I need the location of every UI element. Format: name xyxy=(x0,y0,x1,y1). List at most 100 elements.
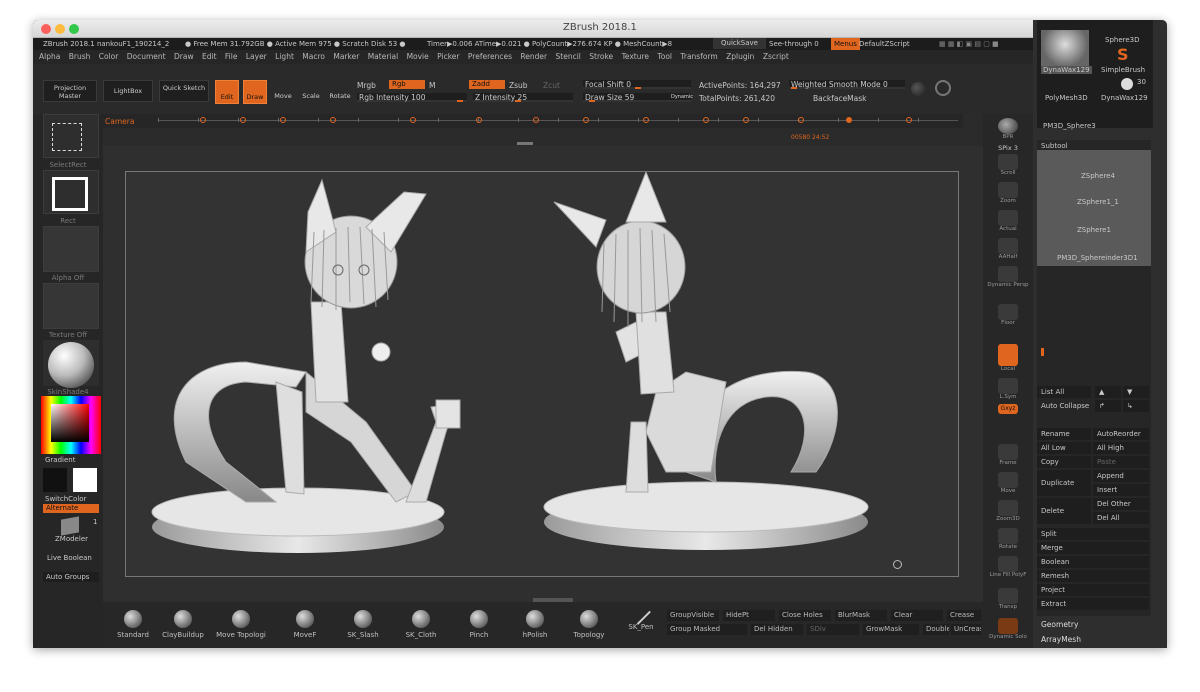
timeline-scroll-handle[interactable] xyxy=(517,142,533,145)
auto-collapse-button[interactable]: Auto Collapse xyxy=(1037,400,1091,412)
brush-movef[interactable]: MoveF xyxy=(275,610,335,639)
camera-timeline[interactable]: Camera xyxy=(103,114,963,128)
tool-item-pm3d-sphere3[interactable]: PM3D_Sphere3 xyxy=(1043,122,1096,130)
zcut-button[interactable]: Zcut xyxy=(543,81,560,90)
menu-material[interactable]: Material xyxy=(368,50,398,64)
tool-item-sphere3d[interactable]: Sphere3D xyxy=(1105,36,1140,44)
list-all-button[interactable]: List All xyxy=(1037,386,1091,398)
zmodeler-label[interactable]: ZModeler xyxy=(55,535,88,543)
live-boolean-button[interactable]: Live Boolean xyxy=(47,554,92,562)
subtool-zsphere1-1[interactable]: ZSphere1_1 xyxy=(1077,198,1119,206)
extract-button[interactable]: Extract xyxy=(1037,598,1149,610)
lsym-button[interactable]: L.Sym xyxy=(987,378,1029,400)
menu-movie[interactable]: Movie xyxy=(407,50,429,64)
solo-button[interactable]: Dynamic Solo xyxy=(987,618,1029,640)
brush-topology[interactable]: Topology xyxy=(559,610,619,639)
quicksave-button[interactable]: QuickSave xyxy=(713,38,766,49)
alpha-thumb[interactable] xyxy=(43,226,99,272)
brush-sk-slash[interactable]: SK_Slash xyxy=(333,610,393,639)
backface-mask-button[interactable]: BackfaceMask xyxy=(813,94,867,103)
zoom3d-button[interactable]: Zoom3D xyxy=(987,500,1029,522)
bpr-button[interactable]: BPR xyxy=(987,118,1029,140)
rotate-button[interactable]: Rotate xyxy=(327,80,353,104)
persp-button[interactable]: Dynamic Persp xyxy=(987,266,1029,288)
xyz-button[interactable]: Gxyz xyxy=(987,404,1029,414)
delete-button[interactable]: Delete xyxy=(1037,498,1091,524)
brush-hpolish[interactable]: hPolish xyxy=(505,610,565,639)
local-button[interactable]: Local xyxy=(987,344,1029,372)
brush-move-topological[interactable]: Move Topologi xyxy=(211,610,271,639)
menu-color[interactable]: Color xyxy=(99,50,119,64)
menu-stroke[interactable]: Stroke xyxy=(589,50,613,64)
menu-layer[interactable]: Layer xyxy=(246,50,267,64)
gradient-label[interactable]: Gradient xyxy=(45,456,75,464)
zadd-button[interactable]: Zadd xyxy=(469,80,505,89)
color-picker[interactable] xyxy=(41,396,101,454)
transp-button[interactable]: Transp xyxy=(987,588,1029,610)
menu-render[interactable]: Render xyxy=(520,50,547,64)
secondary-color-swatch[interactable] xyxy=(43,468,67,492)
zsub-button[interactable]: Zsub xyxy=(509,81,528,90)
duplicate-button[interactable]: Duplicate xyxy=(1037,470,1091,496)
rename-button[interactable]: Rename xyxy=(1037,428,1091,440)
all-high-button[interactable]: All High xyxy=(1093,442,1149,454)
zmodeler-icon[interactable] xyxy=(61,516,79,536)
document-canvas[interactable] xyxy=(125,170,960,578)
move-up-icon[interactable]: ▲ xyxy=(1095,386,1121,398)
menu-preferences[interactable]: Preferences xyxy=(468,50,512,64)
geometry-menu[interactable]: Geometry xyxy=(1041,620,1078,629)
arrow-up-icon[interactable]: ↱ xyxy=(1095,400,1121,412)
groupvisible-button[interactable]: GroupVisible xyxy=(667,610,719,621)
dynawax-small-icon[interactable] xyxy=(1121,78,1133,90)
material-icon[interactable] xyxy=(911,82,925,96)
dynamic-button[interactable]: Dynamic xyxy=(671,94,693,100)
timeline-ruler[interactable] xyxy=(158,117,958,123)
del-other-button[interactable]: Del Other xyxy=(1093,498,1149,510)
spix-slider[interactable]: SPix 3 xyxy=(987,144,1029,152)
quick-sketch-button[interactable]: Quick Sketch xyxy=(159,80,209,102)
remesh-button[interactable]: Remesh xyxy=(1037,570,1149,582)
brush-claybuildup[interactable]: ClayBuildup xyxy=(153,610,213,639)
del-hidden-button[interactable]: Del Hidden xyxy=(751,624,803,635)
auto-groups-button[interactable]: Auto Groups xyxy=(43,572,99,582)
crease-button[interactable]: Crease xyxy=(947,610,981,621)
autoreorder-button[interactable]: AutoReorder xyxy=(1093,428,1149,440)
subtool-pm3d-sphereinder[interactable]: PM3D_Sphereinder3D1 xyxy=(1057,254,1138,262)
dynawax-thumb[interactable] xyxy=(1041,30,1089,66)
menu-transform[interactable]: Transform xyxy=(680,50,717,64)
floor-button[interactable]: Floor xyxy=(987,304,1029,326)
close-holes-button[interactable]: Close Holes xyxy=(779,610,831,621)
menu-draw[interactable]: Draw xyxy=(174,50,194,64)
canvas-viewport[interactable] xyxy=(103,146,983,602)
see-through-slider[interactable]: See-through 0 xyxy=(769,38,819,50)
subtool-zsphere1[interactable]: ZSphere1 xyxy=(1077,226,1111,234)
switchcolor-button[interactable]: SwitchColor xyxy=(45,495,86,503)
scroll-button[interactable]: Scroll xyxy=(987,154,1029,176)
symmetry-icon[interactable] xyxy=(935,80,951,96)
sculpt-models[interactable] xyxy=(126,170,960,578)
move-down-icon[interactable]: ▼ xyxy=(1123,386,1149,398)
draw-button[interactable]: Draw xyxy=(243,80,267,104)
actual-button[interactable]: Actual xyxy=(987,210,1029,232)
move-view-button[interactable]: Move xyxy=(987,472,1029,494)
subtool-zsphere4[interactable]: ZSphere4 xyxy=(1081,172,1115,180)
tool-item-dynawax-2[interactable]: DynaWax129 xyxy=(1101,94,1148,102)
blurmask-button[interactable]: BlurMask xyxy=(835,610,887,621)
brush-sk-pen[interactable]: SK_Pen xyxy=(611,605,671,631)
simplebrush-icon[interactable]: S xyxy=(1117,45,1129,64)
menu-alpha[interactable]: Alpha xyxy=(39,50,60,64)
menu-tool[interactable]: Tool xyxy=(657,50,672,64)
scale-button[interactable]: Scale xyxy=(299,80,323,104)
rect-thumb[interactable] xyxy=(43,170,99,214)
merge-button[interactable]: Merge xyxy=(1037,542,1149,554)
menu-file[interactable]: File xyxy=(225,50,238,64)
mrgb-button[interactable]: Mrgb xyxy=(357,81,376,90)
insert-button[interactable]: Insert xyxy=(1093,484,1149,496)
zoom-button[interactable]: Zoom xyxy=(987,182,1029,204)
menu-document[interactable]: Document xyxy=(127,50,166,64)
texture-thumb[interactable] xyxy=(43,283,99,329)
copy-button[interactable]: Copy xyxy=(1037,456,1091,468)
layout-icons[interactable]: ▦ ▦ ◧ ▣ ▤ ▢ ■ xyxy=(939,38,999,50)
polyf-button[interactable]: Line Fill PolyF xyxy=(987,556,1029,578)
uncrease-button[interactable]: UnCrease xyxy=(951,624,981,635)
